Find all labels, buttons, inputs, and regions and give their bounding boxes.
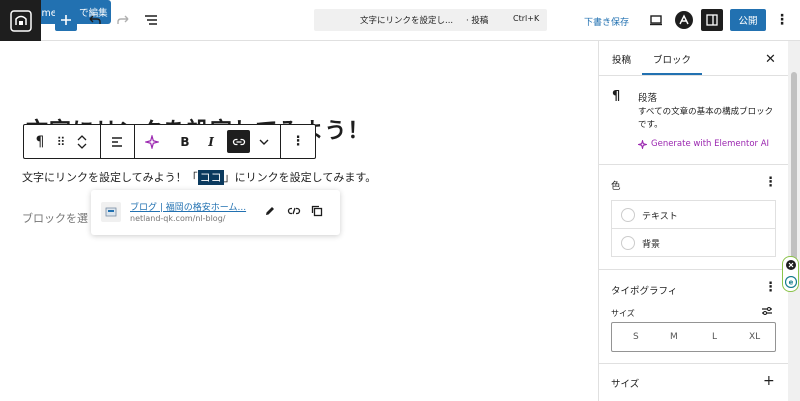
options-kebab-icon[interactable]: ⋮ (774, 11, 790, 29)
ai-sparkle-icon (145, 134, 159, 149)
toolbar-divider (100, 125, 101, 158)
color-item-label: 背景 (642, 240, 661, 250)
site-logo-button[interactable] (0, 0, 41, 41)
block-options-kebab-icon[interactable]: ⋮ (290, 125, 306, 158)
align-left-icon (112, 136, 122, 147)
editor-topbar: E Elementor で編集 文字にリンクを設定し... · 投稿 Ctrl+… (0, 0, 800, 41)
astra-settings-button[interactable] (674, 10, 694, 30)
edit-link-button[interactable] (264, 205, 276, 217)
custom-size-button[interactable] (761, 306, 773, 316)
block-card: ¶ 段落 すべての文章の基本の構成ブロックです。 Generate with E… (599, 76, 789, 165)
link-button[interactable] (227, 130, 250, 153)
color-swatch (621, 208, 635, 222)
toolbar-divider (280, 125, 281, 158)
paragraph-icon: ¶ (612, 89, 621, 104)
ai-sparkle-icon (638, 139, 647, 149)
tab-block[interactable]: ブロック (653, 52, 691, 66)
block-name: 段落 (638, 93, 658, 104)
block-placeholder[interactable]: ブロックを選 (22, 210, 88, 226)
command-title: 文字にリンクを設定し... (360, 16, 454, 26)
size-panel-heading: サイズ (611, 379, 640, 390)
command-shortcut: Ctrl+K (513, 14, 540, 23)
drag-handle-icon[interactable]: ⠿ (54, 125, 68, 158)
color-item-label: テキスト (642, 212, 678, 222)
link-icon (232, 138, 245, 145)
move-up-down-control[interactable] (74, 125, 90, 158)
size-option-m[interactable]: M (670, 332, 678, 342)
add-block-button[interactable] (55, 9, 77, 31)
color-heading: 色 (611, 181, 621, 192)
sidebar-icon (706, 14, 718, 26)
font-size-picker: S M L XL (611, 322, 776, 352)
color-options-kebab-icon[interactable]: ⋮ (764, 175, 777, 190)
align-button[interactable] (108, 125, 126, 158)
generate-ai-label: Generate with Elementor AI (651, 139, 770, 149)
typography-heading: タイポグラフィ (611, 286, 678, 297)
settings-sidebar-toggle[interactable] (701, 9, 723, 31)
color-item-text[interactable]: テキスト (611, 200, 776, 229)
color-item-background[interactable]: 背景 (611, 228, 776, 257)
block-toolbar: ¶ ⠿ B I ⋮ (23, 124, 316, 159)
typography-options-kebab-icon[interactable]: ⋮ (764, 280, 777, 295)
sidebar-tabs: 投稿 ブロック ✕ (599, 41, 789, 76)
size-label: サイズ (611, 309, 635, 318)
more-rich-text-button[interactable] (256, 125, 272, 158)
size-option-xl[interactable]: XL (749, 332, 760, 342)
link-favicon (101, 202, 121, 222)
size-option-s[interactable]: S (633, 332, 639, 342)
preview-button[interactable] (647, 11, 665, 29)
add-size-button[interactable]: + (763, 373, 775, 389)
plus-icon (61, 15, 71, 25)
redo-button[interactable] (114, 11, 132, 29)
block-description: すべての文章の基本の構成ブロックです。 (638, 107, 774, 130)
close-sidebar-button[interactable]: ✕ (765, 52, 776, 67)
command-post-type: · 投稿 (466, 16, 489, 26)
copy-icon (311, 205, 323, 217)
save-draft-button[interactable]: 下書き保存 (584, 15, 629, 28)
dimensions-panel: サイズ + (599, 364, 789, 401)
link-preview-popover: ブログ | 福岡の格安ホーム... netland-qk.com/nl-blog… (91, 190, 340, 235)
desktop-icon (650, 15, 662, 26)
site-icon (9, 9, 32, 32)
paragraph-text-after: 」にリンクを設定してみます。 (223, 171, 377, 184)
italic-button[interactable]: I (202, 125, 220, 158)
copy-link-button[interactable] (311, 205, 323, 217)
astra-icon (675, 11, 693, 29)
paragraph-icon[interactable]: ¶ (30, 125, 50, 158)
ai-assistant-button[interactable] (142, 125, 162, 158)
toolbar-divider (134, 125, 135, 158)
list-view-icon (145, 15, 157, 25)
link-url: netland-qk.com/nl-blog/ (130, 214, 226, 223)
command-palette-bar[interactable]: 文字にリンクを設定し... · 投稿 Ctrl+K (314, 9, 547, 31)
undo-button[interactable] (86, 11, 104, 29)
redo-icon (117, 15, 129, 24)
undo-icon (89, 15, 101, 24)
chevron-down-icon (77, 143, 87, 149)
settings-sliders-icon (762, 307, 772, 315)
svg-text:e: e (789, 279, 794, 287)
unlink-icon (287, 207, 301, 215)
document-overview-button[interactable] (142, 11, 160, 29)
generate-ai-link[interactable]: Generate with Elementor AI (638, 139, 769, 149)
publish-button[interactable]: 公開 (730, 9, 766, 31)
unlink-button[interactable] (287, 205, 301, 217)
tab-post[interactable]: 投稿 (612, 52, 631, 66)
active-tab-indicator (642, 73, 702, 75)
paragraph-text-before: 文字にリンクを設定してみよう！「 (22, 171, 198, 184)
webpage-icon (105, 207, 117, 217)
color-swatch (621, 236, 635, 250)
paragraph-block[interactable]: 文字にリンクを設定してみよう！「 ココ 」にリンクを設定してみます。 (22, 169, 376, 185)
floating-widget[interactable]: e (782, 256, 799, 292)
selected-text: ココ (197, 170, 224, 185)
pencil-icon (266, 207, 274, 215)
link-title[interactable]: ブログ | 福岡の格安ホーム... (130, 200, 248, 213)
assistant-icon[interactable]: e (785, 276, 797, 288)
bold-button[interactable]: B (176, 125, 194, 158)
close-circle-icon[interactable] (786, 260, 796, 270)
chevron-up-icon (77, 134, 87, 140)
color-panel: 色 ⋮ テキスト 背景 (599, 165, 789, 270)
chevron-down-icon (259, 139, 269, 145)
size-option-l[interactable]: L (712, 332, 717, 342)
